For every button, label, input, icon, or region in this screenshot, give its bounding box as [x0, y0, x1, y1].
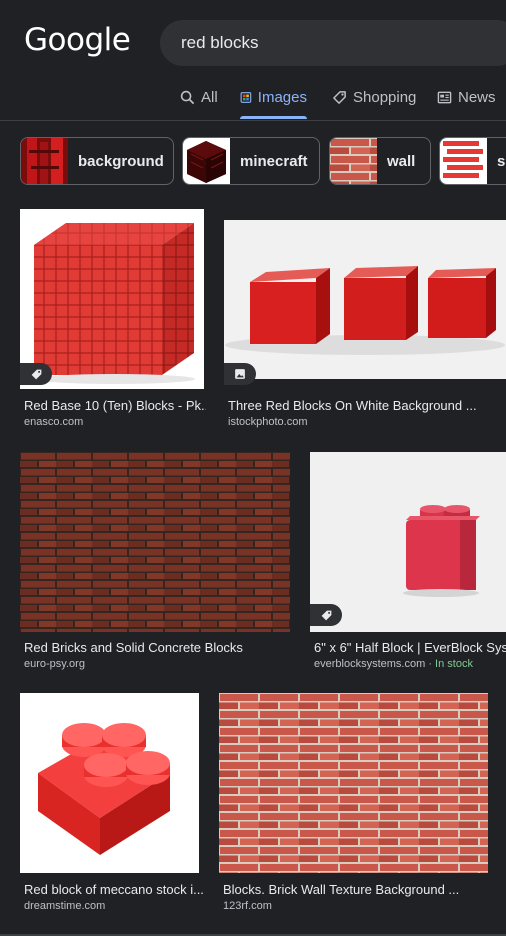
related-search-chips: background minecraft wall sc — [20, 137, 506, 185]
newspaper-icon — [437, 91, 452, 104]
image-result[interactable]: Red Bricks and Solid Concrete Blocks eur… — [20, 452, 292, 676]
result-source-domain[interactable]: everblocksystems.com — [314, 658, 425, 670]
result-image[interactable] — [224, 220, 506, 379]
result-source[interactable]: euro-psy.org — [24, 658, 85, 670]
result-title[interactable]: Red block of meccano stock i... — [24, 882, 206, 897]
image-icon — [235, 369, 245, 379]
image-result[interactable]: 6" x 6" Half Block | EverBlock Syste eve… — [310, 452, 506, 676]
result-source[interactable]: dreamstime.com — [24, 900, 105, 912]
image-icon — [240, 92, 252, 103]
chip-minecraft-thumbnail — [183, 138, 230, 184]
result-title[interactable]: Red Base 10 (Ten) Blocks - Pk... — [24, 398, 206, 413]
chip-wall-thumbnail — [330, 138, 377, 184]
chip-background[interactable]: background — [20, 137, 174, 185]
tab-news-label: News — [458, 89, 496, 106]
chip-sc-label: sc — [497, 152, 506, 170]
result-title[interactable]: 6" x 6" Half Block | EverBlock Syste — [314, 640, 506, 655]
chip-sc[interactable]: sc — [439, 137, 506, 185]
result-image[interactable] — [310, 452, 506, 632]
search-icon — [180, 90, 195, 105]
tab-shopping-label: Shopping — [353, 89, 417, 106]
in-stock-label: · In stock — [425, 658, 473, 670]
tag-icon — [31, 369, 41, 379]
search-input[interactable]: red blocks — [160, 20, 506, 66]
tab-all[interactable]: All — [180, 82, 218, 120]
chip-sc-thumbnail — [440, 138, 487, 184]
search-query[interactable]: red blocks — [181, 33, 258, 53]
image-result[interactable]: Three Red Blocks On White Background ...… — [224, 220, 506, 433]
chip-minecraft[interactable]: minecraft — [182, 137, 320, 185]
chip-minecraft-label: minecraft — [240, 152, 308, 170]
tab-news[interactable]: News — [437, 82, 496, 120]
result-image[interactable] — [219, 693, 488, 873]
product-badge — [310, 604, 342, 626]
tab-shopping[interactable]: Shopping — [332, 82, 416, 120]
image-result[interactable]: Red Base 10 (Ten) Blocks - Pk... enasco.… — [20, 209, 210, 433]
google-logo[interactable]: Google — [24, 22, 131, 58]
tab-all-label: All — [201, 89, 218, 106]
search-tabs: All Images Shopping News — [0, 82, 506, 120]
image-result[interactable]: Blocks. Brick Wall Texture Background ..… — [219, 693, 506, 917]
tab-images[interactable]: Images — [240, 82, 307, 120]
tab-images-label: Images — [257, 89, 307, 106]
result-image[interactable] — [20, 693, 199, 873]
result-title[interactable]: Red Bricks and Solid Concrete Blocks — [24, 640, 290, 655]
result-source[interactable]: istockphoto.com — [228, 416, 307, 428]
result-image[interactable] — [20, 452, 290, 632]
image-type-badge — [224, 363, 256, 385]
chip-background-label: background — [78, 152, 164, 170]
product-badge — [20, 363, 52, 385]
result-source[interactable]: everblocksystems.com · In stock — [314, 658, 473, 670]
chip-wall[interactable]: wall — [329, 137, 431, 185]
result-title[interactable]: Three Red Blocks On White Background ... — [228, 398, 506, 413]
image-result[interactable]: Red block of meccano stock i... dreamsti… — [20, 693, 216, 917]
chip-wall-label: wall — [387, 152, 416, 170]
result-source[interactable]: 123rf.com — [223, 900, 272, 912]
tag-icon — [321, 610, 331, 620]
tag-icon — [333, 91, 346, 104]
result-title[interactable]: Blocks. Brick Wall Texture Background ..… — [223, 882, 505, 897]
result-image[interactable] — [20, 209, 204, 389]
result-source[interactable]: enasco.com — [24, 416, 83, 428]
chip-background-thumbnail — [21, 138, 68, 184]
search-header: Google red blocks All Images Shopping Ne… — [0, 0, 506, 121]
